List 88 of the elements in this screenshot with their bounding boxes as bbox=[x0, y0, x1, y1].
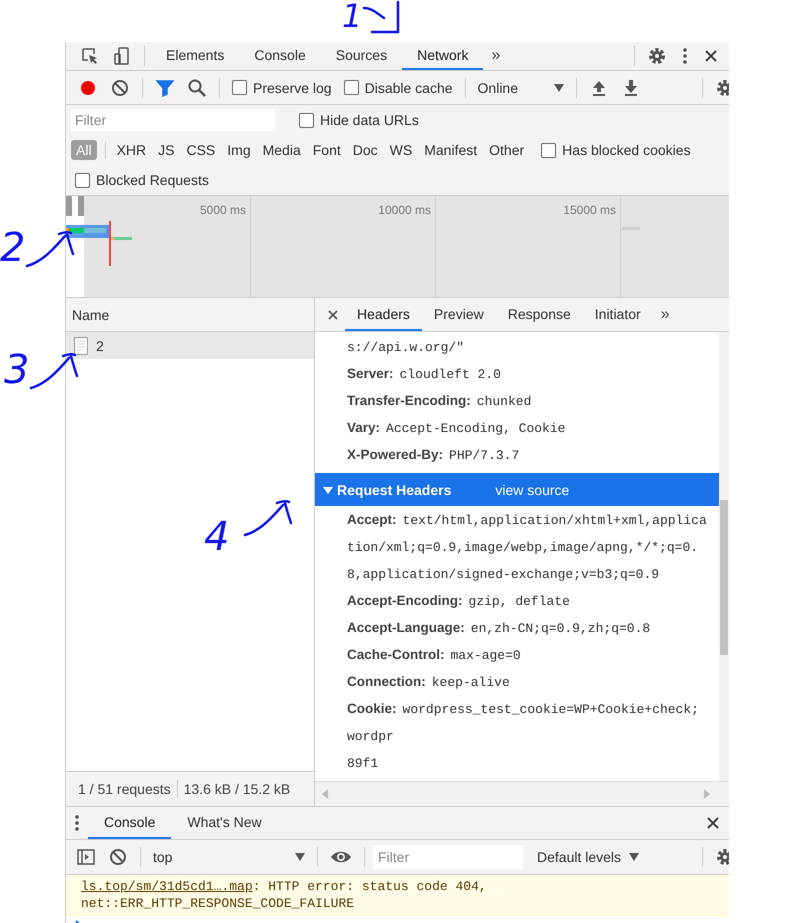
type-filter-button[interactable]: XHR bbox=[112, 140, 152, 160]
close-icon[interactable] bbox=[705, 815, 721, 831]
checkbox-label: Disable cache bbox=[364, 80, 453, 96]
device-icon[interactable] bbox=[112, 46, 132, 66]
panel-tab[interactable]: Network bbox=[402, 42, 484, 70]
type-filter-button[interactable]: Other bbox=[484, 140, 530, 160]
type-filter-button[interactable]: JS bbox=[153, 140, 180, 160]
header-line: Server: cloudleft 2.0 bbox=[346, 365, 502, 384]
type-filter-button[interactable]: Media bbox=[258, 140, 306, 160]
inspect-icon[interactable] bbox=[80, 46, 100, 66]
type-filter-button[interactable]: Doc bbox=[348, 140, 383, 160]
request-count: 1 / 51 requests bbox=[78, 781, 171, 797]
settings-icon[interactable] bbox=[647, 46, 667, 66]
caret-icon bbox=[295, 853, 305, 861]
checkbox[interactable] bbox=[75, 172, 90, 188]
header-line: Connection: keep-alive bbox=[346, 673, 511, 692]
sidebar-icon[interactable] bbox=[76, 847, 96, 867]
annotation-number: 1 bbox=[342, 0, 362, 32]
console-filter-field[interactable]: Filter bbox=[373, 845, 523, 869]
detail-tab[interactable]: Preview bbox=[422, 298, 496, 331]
annotation-number: 3 bbox=[4, 350, 30, 390]
clear-icon[interactable] bbox=[110, 78, 130, 98]
settings-icon[interactable] bbox=[715, 78, 729, 98]
transfer-size: 13.6 kB / 15.2 kB bbox=[184, 781, 290, 797]
tick-label: 10000 ms bbox=[378, 203, 431, 217]
scrollbar[interactable] bbox=[719, 332, 729, 781]
header-line: Accept-Language: en,zh-CN;q=0.9,zh;q=0.8 bbox=[346, 619, 652, 638]
annotation-arrow bbox=[25, 228, 76, 268]
close-icon[interactable] bbox=[327, 308, 339, 320]
settings-icon[interactable] bbox=[715, 847, 729, 867]
checkbox[interactable] bbox=[541, 142, 556, 158]
annotation-arrow bbox=[29, 350, 80, 390]
detail-tab[interactable]: Response bbox=[496, 298, 583, 331]
drawer-tab[interactable]: What's New bbox=[171, 807, 278, 839]
type-filter-button[interactable]: Manifest bbox=[419, 140, 482, 160]
annotation-number: 4 bbox=[204, 517, 230, 557]
levels-select[interactable]: Default levels bbox=[531, 849, 646, 865]
checkbox-label: Preserve log bbox=[253, 80, 332, 96]
caret-icon bbox=[629, 853, 640, 861]
view-source-link[interactable]: view source bbox=[495, 482, 570, 498]
panel-tab[interactable]: Sources bbox=[320, 42, 402, 70]
checkbox[interactable] bbox=[344, 80, 359, 95]
section-header[interactable]: Request Headers view source bbox=[315, 473, 719, 506]
annotation-arrow bbox=[362, 0, 402, 34]
type-filter-button[interactable]: WS bbox=[384, 140, 418, 160]
header-line: Cookie: wordpress_test_cookie=WP+Cookie+check; wordpr bbox=[346, 700, 700, 746]
type-filter-button[interactable]: CSS bbox=[181, 140, 220, 160]
column-header[interactable]: Name bbox=[72, 306, 110, 322]
search-icon[interactable] bbox=[187, 78, 207, 98]
panel-tab[interactable]: Console bbox=[239, 42, 321, 70]
header-line: 89f1 bbox=[346, 755, 380, 773]
checkbox-label: Has blocked cookies bbox=[562, 142, 691, 158]
request-row[interactable]: 2 bbox=[66, 332, 314, 359]
more-tabs-button[interactable]: » bbox=[652, 306, 678, 324]
panel-tab[interactable]: Elements bbox=[151, 42, 240, 70]
checkbox[interactable] bbox=[299, 112, 314, 128]
type-filter-button[interactable]: Font bbox=[308, 140, 346, 160]
filter-icon[interactable] bbox=[155, 78, 175, 98]
header-line: Transfer-Encoding: chunked bbox=[346, 392, 532, 411]
section-title: Request Headers bbox=[337, 482, 452, 498]
document-icon bbox=[74, 336, 88, 354]
clear-icon[interactable] bbox=[108, 847, 128, 867]
tick-label: 15000 ms bbox=[563, 203, 616, 217]
header-line: Accept-Encoding: gzip, deflate bbox=[346, 592, 571, 611]
header-line: X-Powered-By: PHP/7.3.7 bbox=[346, 446, 520, 465]
close-icon[interactable] bbox=[703, 48, 719, 64]
annotation-arrow bbox=[243, 497, 294, 537]
header-line: s://api.w.org/" bbox=[346, 339, 466, 357]
checkbox[interactable] bbox=[232, 80, 247, 95]
tick-label: 5000 ms bbox=[200, 203, 246, 217]
timeline-bars-drawing bbox=[66, 196, 132, 266]
checkbox-label: Blocked Requests bbox=[96, 172, 209, 188]
context-select[interactable]: top bbox=[147, 849, 311, 865]
filter-field[interactable]: Filter bbox=[71, 109, 275, 131]
detail-tab[interactable]: Headers bbox=[345, 298, 422, 331]
header-line: Vary: Accept-Encoding, Cookie bbox=[346, 419, 566, 438]
type-filter-button[interactable]: Img bbox=[222, 140, 256, 160]
detail-tab[interactable]: Initiator bbox=[582, 298, 653, 331]
console-warning: ls.top/sm/31d5cd1….map: HTTP error: status code 404, net::ERR_HTTP_RESPONSE_CODE_FAILURE bbox=[66, 875, 729, 916]
caret-icon bbox=[554, 84, 564, 92]
checkbox-label: Hide data URLs bbox=[320, 112, 419, 128]
drawer-tab[interactable]: Console bbox=[88, 807, 172, 839]
more-tabs-button[interactable]: » bbox=[483, 47, 508, 65]
source-link[interactable]: ls.top/sm/31d5cd1….map bbox=[81, 879, 253, 894]
throttling-select[interactable]: Online bbox=[472, 80, 570, 96]
header-line: Cache-Control: max-age=0 bbox=[346, 646, 522, 665]
annotation-number: 2 bbox=[0, 228, 26, 268]
more-options-icon[interactable] bbox=[72, 813, 82, 833]
